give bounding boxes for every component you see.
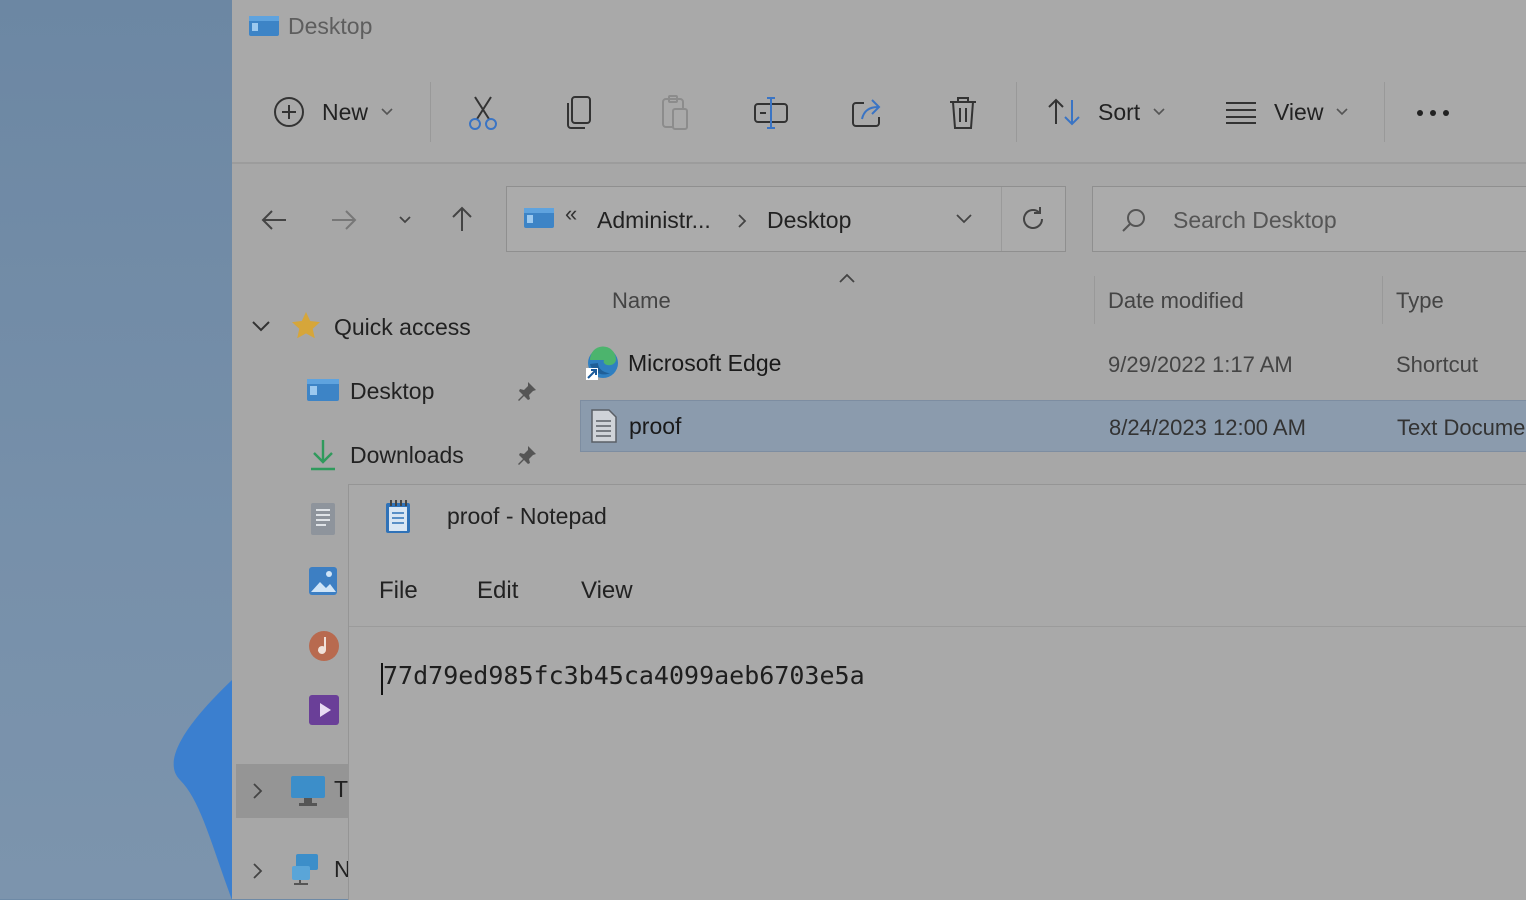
chevron-right-icon <box>738 214 747 228</box>
documents-icon[interactable] <box>310 502 336 536</box>
column-header-name[interactable]: Name <box>612 288 671 314</box>
arrow-up-icon <box>452 206 472 231</box>
text-file-icon <box>591 409 617 443</box>
chevron-right-icon[interactable] <box>252 782 264 800</box>
download-arrow-icon <box>311 440 335 471</box>
videos-icon[interactable] <box>308 694 340 726</box>
toolbar-separator <box>1016 82 1017 142</box>
file-type: Text Docume <box>1397 415 1526 440</box>
desktop-folder-icon <box>249 16 279 36</box>
paste-button[interactable] <box>652 90 698 136</box>
network-icon <box>292 854 318 885</box>
search-icon <box>1122 209 1145 232</box>
share-icon <box>852 99 881 127</box>
pin-icon[interactable] <box>516 380 538 402</box>
breadcrumb-overflow[interactable]: « <box>565 201 577 227</box>
file-row-edge[interactable]: Microsoft Edge 9/29/2022 1:17 AM Shortcu… <box>580 338 1526 390</box>
more-options-button[interactable] <box>1410 90 1456 136</box>
view-label: View <box>1274 98 1324 125</box>
expand-quick-access-icon[interactable] <box>250 316 272 336</box>
delete-button[interactable] <box>940 90 986 136</box>
ellipsis-icon <box>1417 110 1449 116</box>
back-button[interactable] <box>254 200 294 240</box>
cut-button[interactable] <box>460 90 506 136</box>
music-icon[interactable] <box>308 630 340 662</box>
breadcrumb-segment-administrator[interactable]: Administr... <box>597 207 711 234</box>
address-divider <box>1001 187 1002 251</box>
desktop-folder-icon <box>307 379 339 401</box>
view-button[interactable]: View <box>1224 62 1349 162</box>
chevron-down-icon <box>399 216 411 224</box>
plus-circle-icon <box>274 97 304 127</box>
sort-label: Sort <box>1098 98 1141 125</box>
toolbar-separator <box>430 82 431 142</box>
new-label: New <box>322 98 369 125</box>
address-dropdown-icon[interactable] <box>955 213 973 225</box>
breadcrumb-segment-desktop[interactable]: Desktop <box>767 207 851 234</box>
sort-button[interactable]: Sort <box>1046 62 1166 162</box>
column-divider[interactable] <box>1094 276 1095 324</box>
rename-button[interactable] <box>748 90 794 136</box>
column-header-date[interactable]: Date modified <box>1108 288 1244 314</box>
notepad-text-area[interactable]: 77d79ed985fc3b45ca4099aeb6703e5a <box>383 661 865 690</box>
share-button[interactable] <box>844 90 890 136</box>
recent-locations-button[interactable] <box>390 200 420 240</box>
notepad-icon <box>386 500 410 533</box>
this-pc-icon <box>291 776 325 806</box>
chevron-down-icon <box>1153 108 1165 116</box>
trash-icon <box>950 97 976 129</box>
copy-icon <box>567 96 591 129</box>
chevron-down-icon <box>381 108 393 116</box>
pictures-icon[interactable] <box>308 566 338 596</box>
file-date: 8/24/2023 12:00 AM <box>1109 415 1306 440</box>
star-icon <box>292 312 320 339</box>
rename-icon <box>754 97 788 129</box>
menu-edit[interactable]: Edit <box>477 577 518 605</box>
nav-quick-access[interactable]: Quick access <box>334 314 471 341</box>
arrow-right-icon <box>332 210 357 230</box>
toolbar-separator <box>1384 82 1385 142</box>
file-name: Microsoft Edge <box>628 350 782 376</box>
notepad-window[interactable]: proof - Notepad File Edit View 77d79ed98… <box>348 484 1526 900</box>
nav-item-downloads[interactable]: Downloads <box>350 442 464 469</box>
paste-icon <box>662 95 688 130</box>
nav-item-desktop[interactable]: Desktop <box>350 378 434 405</box>
file-name: proof <box>629 413 682 439</box>
file-date: 9/29/2022 1:17 AM <box>1108 352 1293 377</box>
file-type: Shortcut <box>1396 352 1478 377</box>
sort-ascending-icon <box>839 273 855 283</box>
pin-icon[interactable] <box>516 444 538 466</box>
menu-view[interactable]: View <box>581 577 633 605</box>
refresh-icon[interactable] <box>1019 205 1047 233</box>
command-bar: New Sort View <box>232 62 1526 162</box>
explorer-titlebar: Desktop <box>232 0 1526 52</box>
search-placeholder: Search Desktop <box>1173 207 1337 233</box>
chevron-down-icon <box>1336 108 1349 116</box>
file-row-proof[interactable]: proof 8/24/2023 12:00 AM Text Docume <box>580 400 1526 452</box>
scissors-icon <box>469 96 497 130</box>
column-header-type[interactable]: Type <box>1396 288 1444 314</box>
chevron-right-icon[interactable] <box>252 862 264 880</box>
copy-button[interactable] <box>556 90 602 136</box>
search-box[interactable]: Search Desktop <box>1092 186 1526 252</box>
sort-icon <box>1048 98 1080 126</box>
forward-button[interactable] <box>324 200 364 240</box>
edge-icon <box>586 346 618 380</box>
up-button[interactable] <box>442 198 482 240</box>
address-bar[interactable]: « Administr... Desktop <box>506 186 1066 252</box>
view-list-icon <box>1226 102 1256 124</box>
window-title: Desktop <box>288 13 373 39</box>
menu-divider <box>349 626 1526 627</box>
file-explorer-window: Desktop New Sort View « Administr... Des… <box>232 0 1526 900</box>
column-divider[interactable] <box>1382 276 1383 324</box>
menu-file[interactable]: File <box>379 577 418 605</box>
desktop-folder-icon <box>524 208 554 228</box>
new-button[interactable]: New <box>272 62 394 162</box>
arrow-left-icon <box>261 210 286 230</box>
notepad-title: proof - Notepad <box>447 503 607 529</box>
